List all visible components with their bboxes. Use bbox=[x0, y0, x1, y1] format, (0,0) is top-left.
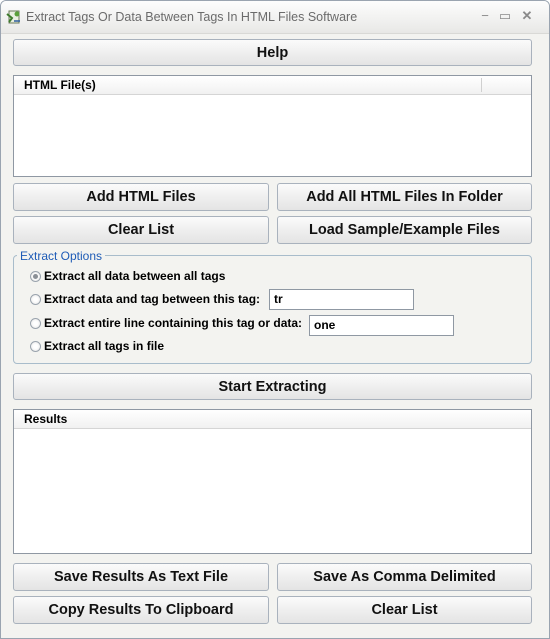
start-extracting-button[interactable]: Start Extracting bbox=[13, 373, 532, 400]
column-separator bbox=[481, 78, 482, 92]
help-button[interactable]: Help bbox=[13, 39, 532, 66]
save-comma-delimited-button[interactable]: Save As Comma Delimited bbox=[277, 563, 532, 591]
add-html-files-button[interactable]: Add HTML Files bbox=[13, 183, 269, 211]
add-all-html-files-in-folder-button[interactable]: Add All HTML Files In Folder bbox=[277, 183, 532, 211]
radio-button-selected[interactable] bbox=[30, 270, 41, 282]
save-results-text-file-button[interactable]: Save Results As Text File bbox=[13, 563, 269, 591]
window-title: Extract Tags Or Data Between Tags In HTM… bbox=[26, 10, 358, 24]
option-label: Extract data and tag between this tag: bbox=[44, 292, 261, 306]
results-column-header[interactable]: Results bbox=[14, 410, 531, 429]
load-sample-files-button[interactable]: Load Sample/Example Files bbox=[277, 216, 532, 244]
close-button[interactable]: ✕ bbox=[517, 7, 537, 25]
app-window: Extract Tags Or Data Between Tags In HTM… bbox=[0, 0, 550, 639]
line-search-input[interactable]: one bbox=[309, 315, 454, 336]
option-entire-line-containing-tag[interactable]: Extract entire line containing this tag … bbox=[30, 315, 302, 331]
html-files-column-header[interactable]: HTML File(s) bbox=[14, 76, 531, 95]
minimize-button[interactable]: − bbox=[475, 7, 495, 25]
option-all-data-between-tags[interactable]: Extract all data between all tags bbox=[30, 268, 225, 284]
option-data-and-tag-between-tag[interactable]: Extract data and tag between this tag: bbox=[30, 291, 260, 307]
option-label: Extract all tags in file bbox=[44, 339, 165, 353]
app-icon bbox=[6, 9, 22, 25]
extract-options-title: Extract Options bbox=[17, 249, 106, 263]
radio-button[interactable] bbox=[30, 317, 41, 329]
clear-list-button[interactable]: Clear List bbox=[13, 216, 269, 244]
radio-button[interactable] bbox=[30, 340, 41, 352]
maximize-button[interactable]: ▭ bbox=[495, 7, 515, 25]
clear-results-list-button[interactable]: Clear List bbox=[277, 596, 532, 624]
tag-input[interactable]: tr bbox=[269, 289, 414, 310]
results-list[interactable]: Results bbox=[13, 409, 532, 554]
option-label: Extract entire line containing this tag … bbox=[44, 316, 303, 330]
radio-button[interactable] bbox=[30, 293, 41, 305]
option-label: Extract all data between all tags bbox=[44, 269, 226, 283]
copy-results-clipboard-button[interactable]: Copy Results To Clipboard bbox=[13, 596, 269, 624]
html-files-list[interactable]: HTML File(s) bbox=[13, 75, 532, 177]
option-all-tags-in-file[interactable]: Extract all tags in file bbox=[30, 338, 164, 354]
title-bar: Extract Tags Or Data Between Tags In HTM… bbox=[1, 1, 549, 34]
